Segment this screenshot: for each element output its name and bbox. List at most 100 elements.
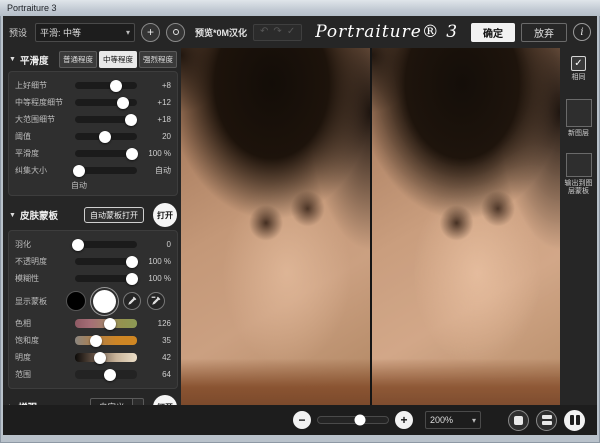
slider-label: 中等程度细节 (15, 97, 71, 108)
threshold-slider[interactable] (75, 133, 137, 140)
luminance-slider[interactable] (75, 353, 137, 362)
window-titlebar[interactable]: Portraiture 3 (0, 0, 600, 16)
slider-knob[interactable] (110, 80, 122, 92)
slider-knob[interactable] (126, 256, 138, 268)
info-button[interactable]: i (573, 23, 591, 41)
slider-value: 100 % (141, 257, 171, 266)
slider-label: 纠集大小 (15, 165, 71, 176)
mask-sliders-box: 羽化 0 不透明度 100 % 模糊性 100 % 显示蒙板 (8, 230, 178, 389)
eyedropper-icon (127, 296, 137, 306)
view-mode-buttons (508, 410, 585, 431)
saturation-slider[interactable] (75, 336, 137, 345)
slider-value: 20 (141, 132, 171, 141)
same-checkbox[interactable]: ✓ (571, 56, 586, 71)
collapse-icon[interactable]: ▼ (9, 212, 16, 219)
slider-label: 模糊性 (15, 273, 71, 284)
zoom-in-button[interactable]: + (395, 411, 413, 429)
smoothing-sliders-box: 上好细节 +8 中等程度细节 +12 大范围细节 +18 阈值 (8, 71, 178, 196)
slider-knob[interactable] (117, 97, 129, 109)
patch-size-slider[interactable] (75, 167, 137, 174)
opacity-slider[interactable] (75, 258, 137, 265)
app-body: 预设 平滑: 中等 ▾ + 预览*0M汉化 ↶ ↷ ✓ Portraiture®… (3, 16, 597, 435)
slider-knob[interactable] (125, 114, 137, 126)
slider-value: +8 (141, 81, 171, 90)
medium-detail-slider[interactable] (75, 99, 137, 106)
slider-value: 100 % (141, 149, 171, 158)
undo-icon[interactable]: ↶ (260, 27, 268, 37)
zoom-level-dropdown[interactable]: 200% ▾ (425, 411, 481, 429)
slider-row-luminance: 明度 42 (15, 349, 171, 366)
same-checkbox-label: 相同 (563, 74, 595, 83)
latitude-slider[interactable] (75, 370, 137, 379)
view-horizontal-split-button[interactable] (536, 410, 557, 431)
slider-knob[interactable] (104, 318, 116, 330)
mask-title: 皮肤蒙板 (20, 208, 58, 222)
settings-button[interactable] (166, 23, 185, 42)
zoom-slider[interactable] (317, 416, 389, 424)
view-vertical-split-button[interactable] (564, 410, 585, 431)
feather-slider[interactable] (75, 241, 137, 248)
eyedropper-subtract-button[interactable] (147, 292, 165, 310)
slider-knob[interactable] (104, 369, 116, 381)
preset-dropdown[interactable]: 平滑: 中等 ▾ (35, 23, 135, 42)
slider-row-opacity: 不透明度 100 % (15, 253, 171, 270)
cancel-button[interactable]: 放弃 (521, 23, 567, 42)
slider-row-medium-detail: 中等程度细节 +12 (15, 94, 171, 111)
fuzziness-slider[interactable] (75, 275, 137, 282)
preview-toggle-label[interactable]: 预览*0M汉化 (195, 26, 247, 39)
slider-knob[interactable] (72, 239, 84, 251)
show-mask-row: 显示蒙板 (15, 287, 171, 315)
slider-knob[interactable] (94, 352, 106, 364)
tab-normal[interactable]: 普通程度 (59, 51, 97, 68)
gear-icon (173, 29, 179, 35)
slider-row-hue: 色相 126 (15, 315, 171, 332)
view-single-button[interactable] (508, 410, 529, 431)
slider-value: 100 % (141, 274, 171, 283)
auto-mask-button[interactable]: 自动蒙板打开 (84, 207, 144, 223)
apply-check-icon[interactable]: ✓ (287, 27, 295, 37)
window-title: Portraiture 3 (7, 3, 57, 13)
mask-color-black-swatch[interactable] (66, 291, 86, 311)
slider-label: 平滑度 (15, 148, 71, 159)
mask-color-white-swatch[interactable] (93, 290, 116, 313)
smoothness-slider[interactable] (75, 150, 137, 157)
hue-slider[interactable] (75, 319, 137, 328)
smoothing-tabs: 普通程度 中等程度 强烈程度 (59, 51, 177, 68)
slider-label: 范围 (15, 369, 71, 380)
mask-open-button[interactable]: 打开 (153, 203, 177, 227)
ok-button[interactable]: 确定 (471, 23, 515, 42)
slider-row-large-detail: 大范围细节 +18 (15, 111, 171, 128)
large-detail-slider[interactable] (75, 116, 137, 123)
slider-value: 42 (141, 353, 171, 362)
single-view-icon (514, 416, 523, 425)
slider-row-fine-detail: 上好细节 +8 (15, 77, 171, 94)
slider-knob[interactable] (126, 148, 138, 160)
mask-section-header: ▼ 皮肤蒙板 自动蒙板打开 打开 (5, 200, 181, 230)
slider-knob[interactable] (90, 335, 102, 347)
slider-value: +18 (141, 115, 171, 124)
redo-icon[interactable]: ↷ (273, 27, 281, 37)
slider-label: 阈值 (15, 131, 71, 142)
collapse-icon[interactable]: ▼ (9, 56, 16, 63)
preview-image-after[interactable] (372, 48, 561, 405)
slider-row-patch-size: 纠集大小 自动 (15, 162, 171, 179)
new-layer-thumbnail[interactable] (566, 99, 592, 127)
tab-medium[interactable]: 中等程度 (99, 51, 137, 68)
slider-row-saturation: 饱和度 35 (15, 332, 171, 349)
slider-knob[interactable] (73, 165, 85, 177)
fine-detail-slider[interactable] (75, 82, 137, 89)
add-preset-button[interactable]: + (141, 23, 160, 42)
preview-image-before[interactable] (181, 48, 370, 405)
slider-knob[interactable] (99, 131, 111, 143)
slider-value: 0 (141, 240, 171, 249)
app-logo: Portraiture® 3 (308, 22, 465, 42)
output-mask-thumbnail[interactable] (566, 153, 592, 177)
slider-value: 35 (141, 336, 171, 345)
zoom-slider-knob[interactable] (355, 415, 366, 426)
auto-note: 自动 (71, 180, 171, 190)
zoom-out-button[interactable]: − (293, 411, 311, 429)
left-panel: ▼ 平滑度 普通程度 中等程度 强烈程度 上好细节 +8 中等程度细节 +12 (5, 48, 181, 405)
eyedropper-add-button[interactable] (123, 292, 141, 310)
tab-strong[interactable]: 强烈程度 (139, 51, 177, 68)
slider-knob[interactable] (126, 273, 138, 285)
